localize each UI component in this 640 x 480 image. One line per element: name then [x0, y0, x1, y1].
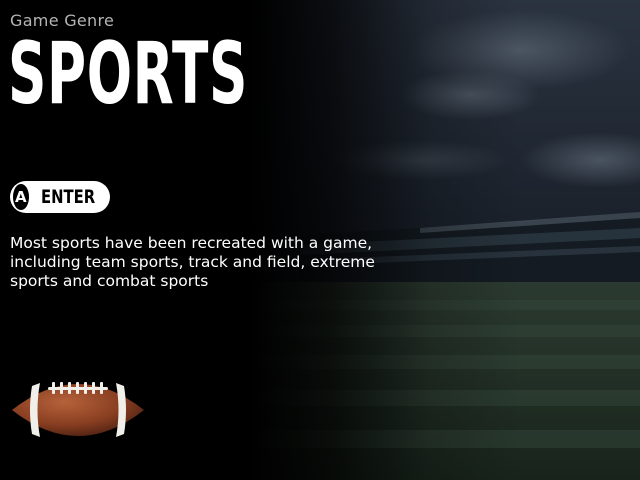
page-title: SPORTS — [8, 24, 248, 124]
enter-button[interactable]: A ENTER — [10, 181, 110, 213]
a-button-icon: A — [13, 184, 29, 210]
genre-description: Most sports have been recreated with a g… — [10, 234, 375, 290]
american-football-icon — [8, 370, 148, 454]
enter-button-label: ENTER — [40, 186, 95, 208]
